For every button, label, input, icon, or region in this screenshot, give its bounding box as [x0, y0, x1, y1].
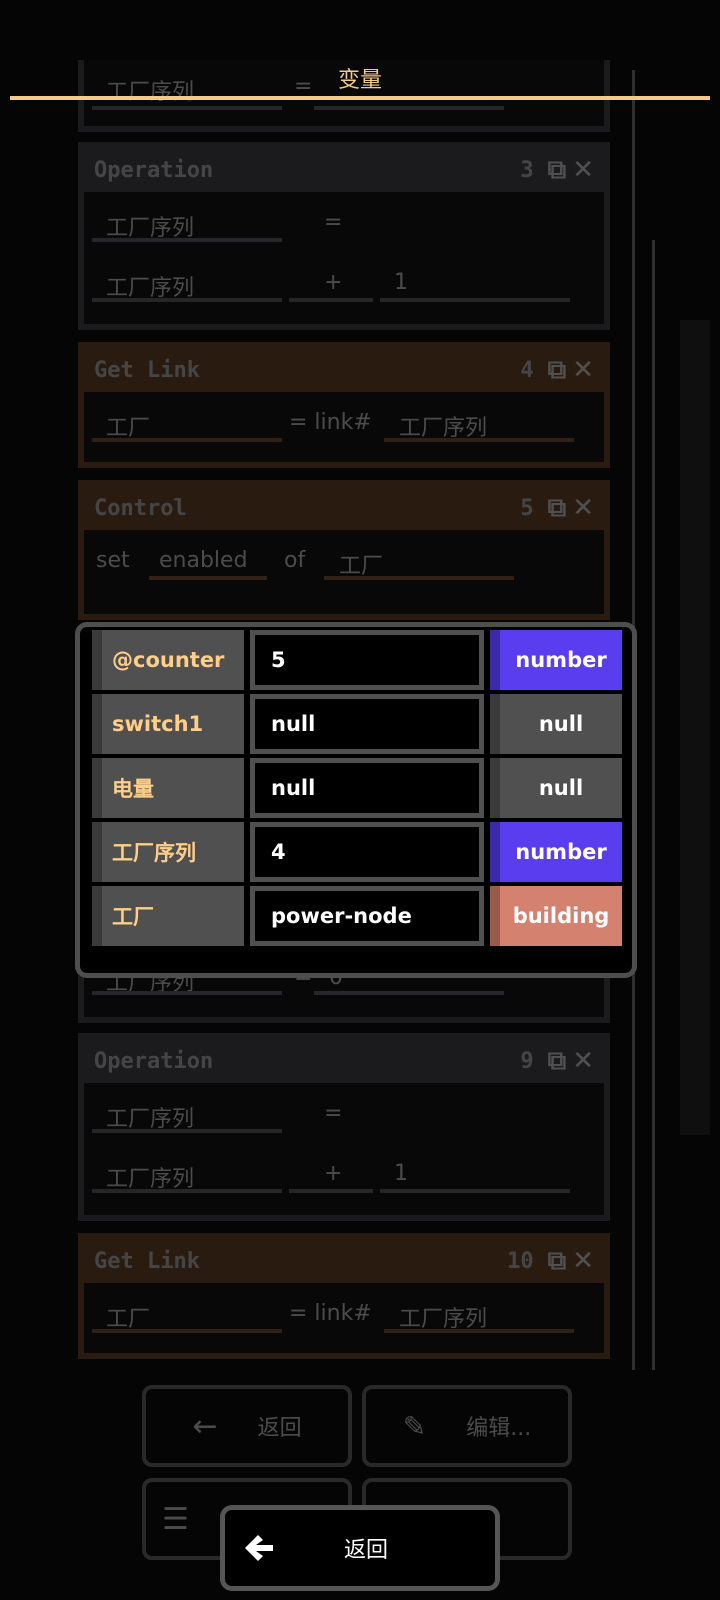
- variable-name: 工厂序列: [92, 822, 244, 882]
- block-number: 3: [520, 157, 534, 183]
- bg-back-button: ← 返回: [142, 1385, 352, 1467]
- bg-edit-button: ✎ 编辑...: [362, 1385, 572, 1467]
- close-icon[interactable]: ✕: [572, 1046, 594, 1076]
- bg-edit-label: 编辑...: [466, 1416, 532, 1441]
- variable-name: @counter: [92, 630, 244, 690]
- variable-row: 工厂序列 4 number: [92, 822, 622, 882]
- variable-name: 电量: [92, 758, 244, 818]
- variable-value: 5: [250, 630, 484, 690]
- block-number: 10: [507, 1248, 534, 1274]
- bg-text: = link#: [289, 410, 372, 435]
- edit-icon: ✎: [402, 1409, 427, 1443]
- variable-row: switch1 null null: [92, 694, 622, 754]
- copy-icon[interactable]: ⧉: [548, 355, 567, 386]
- variable-value: power-node: [250, 886, 484, 946]
- bg-text: =: [324, 1101, 343, 1126]
- logic-block-control[interactable]: Control 5 ⧉ ✕ set enabled of 工厂: [78, 480, 610, 620]
- bg-text: 1: [394, 1161, 408, 1186]
- title-divider: [10, 96, 710, 100]
- bg-text: +: [324, 1161, 343, 1186]
- logic-block-getlink[interactable]: Get Link 4 ⧉ ✕ 工厂 = link# 工厂序列: [78, 342, 610, 468]
- variable-type-badge: null: [490, 758, 622, 818]
- copy-icon[interactable]: ⧉: [548, 1046, 567, 1077]
- copy-icon[interactable]: ⧉: [548, 155, 567, 186]
- block-title: Get Link: [94, 1248, 200, 1274]
- logic-block-operation[interactable]: Operation 3 ⧉ ✕ 工厂序列 = 工厂序列 + 1: [78, 142, 610, 330]
- logic-block-getlink[interactable]: Get Link 10 ⧉ ✕ 工厂 = link# 工厂序列: [78, 1233, 610, 1359]
- variable-type-badge: null: [490, 694, 622, 754]
- copy-icon[interactable]: ⧉: [548, 493, 567, 524]
- variable-row: @counter 5 number: [92, 630, 622, 690]
- variable-value: null: [250, 694, 484, 754]
- copy-icon[interactable]: ⧉: [548, 1246, 567, 1277]
- variables-dialog: @counter 5 number switch1 null null 电量 n…: [75, 622, 637, 978]
- variable-row: 电量 null null: [92, 758, 622, 818]
- variable-name: 工厂: [92, 886, 244, 946]
- variable-type-badge: number: [490, 630, 622, 690]
- block-title: Operation: [94, 157, 214, 183]
- close-icon[interactable]: ✕: [572, 355, 594, 385]
- close-icon[interactable]: ✕: [572, 155, 594, 185]
- bg-back-label: 返回: [257, 1416, 302, 1441]
- variable-row: 工厂 power-node building: [92, 886, 622, 946]
- block-title: Control: [94, 495, 187, 521]
- bg-text: set: [96, 548, 130, 573]
- close-icon[interactable]: ✕: [572, 493, 594, 523]
- block-number: 5: [520, 495, 534, 521]
- variable-value: null: [250, 758, 484, 818]
- bg-text: =: [324, 210, 343, 235]
- variable-name: switch1: [92, 694, 244, 754]
- list-icon: ☰: [162, 1501, 189, 1537]
- bg-text: enabled: [159, 548, 248, 573]
- variable-type-badge: number: [490, 822, 622, 882]
- arrow-left-icon: ←: [192, 1408, 218, 1444]
- logic-block-operation[interactable]: Operation 9 ⧉ ✕ 工厂序列 = 工厂序列 + 1: [78, 1033, 610, 1221]
- scrollbar[interactable]: [680, 320, 710, 1135]
- arrow-left-icon: [245, 1535, 273, 1561]
- block-title: Get Link: [94, 357, 200, 383]
- bg-text: of: [284, 548, 306, 573]
- variable-value: 4: [250, 822, 484, 882]
- block-title: Operation: [94, 1048, 214, 1074]
- bg-text: = link#: [289, 1301, 372, 1326]
- close-icon[interactable]: ✕: [572, 1246, 594, 1276]
- back-button-label: 返回: [343, 1538, 388, 1563]
- page-title: 变量: [337, 68, 382, 93]
- jump-line: [652, 240, 655, 1370]
- variable-type-badge: building: [490, 886, 622, 946]
- back-button[interactable]: 返回: [220, 1505, 500, 1591]
- bg-text: 1: [394, 270, 408, 295]
- block-number: 4: [520, 357, 534, 383]
- bg-text: +: [324, 270, 343, 295]
- block-number: 9: [520, 1048, 534, 1074]
